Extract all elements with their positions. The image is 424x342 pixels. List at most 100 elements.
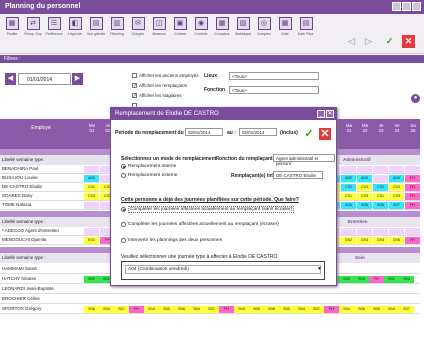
planning-cell[interactable]: FH bbox=[405, 202, 420, 209]
cancel-icon[interactable]: ✕ bbox=[402, 35, 415, 48]
toolbar-button-statistics[interactable]: ▨ Statistique bbox=[235, 17, 251, 45]
toolbar-button-counter[interactable]: ▦ Compteur bbox=[214, 17, 230, 45]
planning-cell[interactable]: FH bbox=[369, 276, 384, 283]
planning-cell[interactable] bbox=[373, 166, 388, 173]
checkbox-interns[interactable]: ✓ Afficher les stagiaires bbox=[132, 93, 182, 99]
planning-cell[interactable]: FH bbox=[405, 175, 420, 182]
close-icon[interactable] bbox=[412, 2, 421, 11]
planning-cell[interactable]: S01 bbox=[384, 276, 399, 283]
toolbar-button-calendar[interactable]: ▦ Date bbox=[277, 17, 293, 45]
planning-cell[interactable]: S02 bbox=[339, 276, 354, 283]
planning-cell[interactable]: A06 bbox=[373, 202, 388, 209]
planning-cell[interactable] bbox=[84, 228, 99, 235]
period-from-input[interactable]: 02/01/2014 bbox=[185, 128, 223, 136]
toolbar-button-leave[interactable]: ✉ Congés bbox=[130, 17, 146, 45]
planning-cell[interactable]: S07 bbox=[309, 306, 324, 313]
planning-cell[interactable]: C02 bbox=[341, 184, 356, 191]
planning-cell[interactable] bbox=[341, 166, 356, 173]
planning-cell[interactable]: C03 bbox=[357, 193, 372, 200]
planning-cell[interactable]: C01 bbox=[341, 193, 356, 200]
planning-cell[interactable]: D02 bbox=[341, 237, 356, 244]
table-row[interactable]: BROCHIER Céline bbox=[0, 295, 420, 304]
planning-cell[interactable]: S05 bbox=[249, 306, 264, 313]
fonction-select[interactable]: <Tous> bbox=[229, 86, 319, 94]
radio-selected-icon[interactable] bbox=[121, 207, 126, 212]
planning-cell[interactable]: D05 bbox=[389, 237, 404, 244]
planning-cell[interactable]: S04 bbox=[234, 306, 249, 313]
prev-icon[interactable]: ◁ bbox=[345, 35, 358, 48]
validate-icon[interactable]: ✓ bbox=[383, 35, 396, 48]
toolbar-button-accounts[interactable]: ◎ Comptes bbox=[256, 17, 272, 45]
planning-cell[interactable]: S04 bbox=[384, 306, 399, 313]
choice-swap[interactable]: Intervertir les plannings des deux perso… bbox=[121, 238, 222, 243]
choice-complete-no-overwrite[interactable]: Compléter les journées affectées actuell… bbox=[121, 206, 295, 213]
remplacant-select[interactable]: DE CASTRO Elodie bbox=[273, 171, 323, 179]
toolbar-button-legend[interactable]: ◧ Légende bbox=[67, 17, 83, 45]
planning-cell[interactable]: C01 bbox=[373, 193, 388, 200]
prev-date-button[interactable]: ◀ bbox=[5, 73, 16, 85]
planning-cell[interactable]: S03 bbox=[354, 276, 369, 283]
planning-cell[interactable]: S07 bbox=[114, 306, 129, 313]
planning-cell[interactable] bbox=[84, 166, 99, 173]
maximize-icon[interactable] bbox=[402, 2, 411, 11]
planning-cell[interactable]: S04 bbox=[144, 306, 159, 313]
planning-cell[interactable] bbox=[357, 228, 372, 235]
planning-cell[interactable]: E03 bbox=[84, 237, 99, 244]
planning-cell[interactable]: S07 bbox=[399, 306, 414, 313]
radio-icon[interactable] bbox=[121, 222, 126, 227]
planning-cell[interactable]: A02 bbox=[341, 175, 356, 182]
planning-cell[interactable]: FH bbox=[129, 306, 144, 313]
toolbar-button-global-view[interactable]: ▤ Vue globale bbox=[87, 17, 105, 45]
table-row[interactable]: LEONARDI Jean-Baptiste bbox=[0, 285, 420, 294]
period-to-input[interactable]: 02/01/2014 bbox=[239, 128, 277, 136]
planning-cell[interactable]: S05 bbox=[369, 306, 384, 313]
confirm-icon[interactable]: ✓ bbox=[303, 128, 315, 140]
checkbox-icon[interactable] bbox=[132, 73, 137, 78]
planning-cell[interactable] bbox=[389, 166, 404, 173]
planning-cell[interactable]: S04 bbox=[189, 306, 204, 313]
date-input[interactable]: 01/01/2014 bbox=[18, 73, 71, 85]
checkbox-checked-icon[interactable]: ✓ bbox=[132, 83, 137, 89]
planning-cell[interactable]: S05 bbox=[159, 306, 174, 313]
cancel-icon[interactable]: ✕ bbox=[319, 128, 331, 140]
day-type-select[interactable]: A04 (Combinaison vendredi) ▼ bbox=[121, 261, 325, 280]
planning-cell[interactable]: C03 bbox=[84, 193, 99, 200]
planning-cell[interactable]: S02 bbox=[84, 276, 99, 283]
eye-icon[interactable]: ● bbox=[411, 94, 420, 103]
planning-cell[interactable] bbox=[84, 202, 99, 209]
toolbar-button-absence[interactable]: ◫ Absence bbox=[151, 17, 167, 45]
planning-cell[interactable]: S06 bbox=[174, 306, 189, 313]
planning-cell[interactable]: S04 bbox=[339, 306, 354, 313]
planning-cell[interactable] bbox=[373, 175, 388, 182]
planning-cell[interactable]: A05 bbox=[84, 175, 99, 182]
planning-cell[interactable]: S06 bbox=[354, 306, 369, 313]
planning-cell[interactable]: FH bbox=[219, 306, 234, 313]
planning-cell[interactable]: D03 bbox=[357, 237, 372, 244]
planning-cell[interactable]: C02 bbox=[373, 184, 388, 191]
planning-cell[interactable]: FH bbox=[405, 193, 420, 200]
toolbar-button-contract[interactable]: ▣ Contrat bbox=[172, 17, 188, 45]
planning-cell[interactable] bbox=[373, 228, 388, 235]
checkbox-replacements[interactable]: ✓ Afficher les remplaçants bbox=[132, 83, 187, 89]
dialog-minimize-icon[interactable]: _ bbox=[317, 110, 325, 118]
lieux-select[interactable]: <Tous> bbox=[229, 72, 319, 80]
toolbar-button-control[interactable]: ◉ Contrôle bbox=[193, 17, 209, 45]
planning-cell[interactable]: A07 bbox=[389, 202, 404, 209]
planning-cell[interactable]: A04 bbox=[389, 175, 404, 182]
dropdown-arrow-icon[interactable]: ▼ bbox=[317, 266, 322, 272]
planning-cell[interactable]: S06 bbox=[84, 306, 99, 313]
planning-cell[interactable]: A03 bbox=[357, 175, 372, 182]
planning-cell[interactable] bbox=[357, 166, 372, 173]
radio-icon[interactable] bbox=[121, 173, 126, 178]
checkbox-old-employees[interactable]: Afficher les anciens employés bbox=[132, 73, 198, 78]
planning-cell[interactable] bbox=[389, 228, 404, 235]
planning-cell[interactable] bbox=[405, 166, 420, 173]
planning-cell[interactable]: S04 bbox=[294, 306, 309, 313]
planning-cell[interactable]: A06 bbox=[341, 202, 356, 209]
checkbox-checked-icon[interactable]: ✓ bbox=[132, 93, 137, 99]
fonction-remplacant-select[interactable]: Agent administratif et personr bbox=[273, 154, 335, 166]
toolbar-button-replace[interactable]: ⇄ Remp. Esp bbox=[24, 17, 42, 45]
planning-cell[interactable]: S04 bbox=[99, 306, 114, 313]
planning-cell[interactable]: C03 bbox=[389, 193, 404, 200]
planning-cell[interactable] bbox=[405, 228, 420, 235]
